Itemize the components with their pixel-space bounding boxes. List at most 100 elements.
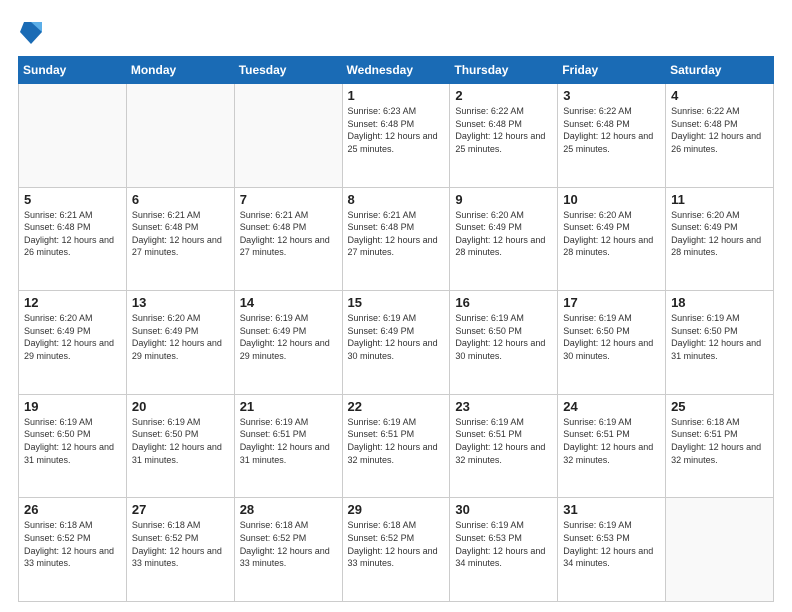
day-info: Sunrise: 6:18 AM Sunset: 6:52 PM Dayligh… — [240, 519, 337, 569]
calendar-cell: 23 Sunrise: 6:19 AM Sunset: 6:51 PM Dayli… — [450, 394, 558, 498]
calendar-week-2: 12 Sunrise: 6:20 AM Sunset: 6:49 PM Dayli… — [19, 291, 774, 395]
day-number: 16 — [455, 295, 552, 310]
calendar-week-4: 26Sunrise: 6:18 AM Sunset: 6:52 PM Dayli… — [19, 498, 774, 602]
calendar-cell: 19 Sunrise: 6:19 AM Sunset: 6:50 PM Dayli… — [19, 394, 127, 498]
calendar-cell: 17 Sunrise: 6:19 AM Sunset: 6:50 PM Dayli… — [558, 291, 666, 395]
calendar-cell: 31 Sunrise: 6:19 AM Sunset: 6:53 PM Dayli… — [558, 498, 666, 602]
col-header-monday: Monday — [126, 57, 234, 84]
col-header-tuesday: Tuesday — [234, 57, 342, 84]
day-info: Sunrise: 6:19 AM Sunset: 6:51 PM Dayligh… — [240, 416, 337, 466]
day-number: 19 — [24, 399, 121, 414]
day-info: Sunrise: 6:18 AM Sunset: 6:52 PM Dayligh… — [348, 519, 445, 569]
day-number: 2 — [455, 88, 552, 103]
calendar-week-0: 1 Sunrise: 6:23 AM Sunset: 6:48 PM Daylig… — [19, 84, 774, 188]
page: SundayMondayTuesdayWednesdayThursdayFrid… — [0, 0, 792, 612]
day-info: Sunrise: 6:18 AM Sunset: 6:52 PM Dayligh… — [132, 519, 229, 569]
calendar-cell: 8 Sunrise: 6:21 AM Sunset: 6:48 PM Daylig… — [342, 187, 450, 291]
day-number: 25 — [671, 399, 768, 414]
day-info: Sunrise: 6:19 AM Sunset: 6:49 PM Dayligh… — [240, 312, 337, 362]
day-number: 4 — [671, 88, 768, 103]
calendar-cell: 21Sunrise: 6:19 AM Sunset: 6:51 PM Dayli… — [234, 394, 342, 498]
calendar-table: SundayMondayTuesdayWednesdayThursdayFrid… — [18, 56, 774, 602]
calendar-cell: 24Sunrise: 6:19 AM Sunset: 6:51 PM Dayli… — [558, 394, 666, 498]
calendar-cell: 28 Sunrise: 6:18 AM Sunset: 6:52 PM Dayli… — [234, 498, 342, 602]
day-info: Sunrise: 6:18 AM Sunset: 6:51 PM Dayligh… — [671, 416, 768, 466]
day-number: 14 — [240, 295, 337, 310]
calendar-cell: 27 Sunrise: 6:18 AM Sunset: 6:52 PM Dayli… — [126, 498, 234, 602]
calendar-cell: 4 Sunrise: 6:22 AM Sunset: 6:48 PM Daylig… — [666, 84, 774, 188]
day-info: Sunrise: 6:21 AM Sunset: 6:48 PM Dayligh… — [240, 209, 337, 259]
day-info: Sunrise: 6:19 AM Sunset: 6:51 PM Dayligh… — [455, 416, 552, 466]
day-number: 5 — [24, 192, 121, 207]
day-number: 6 — [132, 192, 229, 207]
day-info: Sunrise: 6:19 AM Sunset: 6:49 PM Dayligh… — [348, 312, 445, 362]
calendar-cell: 20 Sunrise: 6:19 AM Sunset: 6:50 PM Dayli… — [126, 394, 234, 498]
day-info: Sunrise: 6:23 AM Sunset: 6:48 PM Dayligh… — [348, 105, 445, 155]
day-number: 23 — [455, 399, 552, 414]
day-number: 27 — [132, 502, 229, 517]
day-number: 11 — [671, 192, 768, 207]
day-info: Sunrise: 6:20 AM Sunset: 6:49 PM Dayligh… — [132, 312, 229, 362]
day-info: Sunrise: 6:21 AM Sunset: 6:48 PM Dayligh… — [348, 209, 445, 259]
day-info: Sunrise: 6:21 AM Sunset: 6:48 PM Dayligh… — [132, 209, 229, 259]
calendar-cell: 11 Sunrise: 6:20 AM Sunset: 6:49 PM Dayli… — [666, 187, 774, 291]
calendar-cell: 3Sunrise: 6:22 AM Sunset: 6:48 PM Daylig… — [558, 84, 666, 188]
calendar-cell — [234, 84, 342, 188]
day-info: Sunrise: 6:19 AM Sunset: 6:50 PM Dayligh… — [24, 416, 121, 466]
day-number: 17 — [563, 295, 660, 310]
col-header-thursday: Thursday — [450, 57, 558, 84]
calendar-cell: 30Sunrise: 6:19 AM Sunset: 6:53 PM Dayli… — [450, 498, 558, 602]
day-number: 1 — [348, 88, 445, 103]
calendar-cell — [19, 84, 127, 188]
calendar-cell — [126, 84, 234, 188]
day-info: Sunrise: 6:19 AM Sunset: 6:51 PM Dayligh… — [348, 416, 445, 466]
col-header-sunday: Sunday — [19, 57, 127, 84]
calendar-cell: 7 Sunrise: 6:21 AM Sunset: 6:48 PM Daylig… — [234, 187, 342, 291]
day-number: 15 — [348, 295, 445, 310]
calendar-cell: 12 Sunrise: 6:20 AM Sunset: 6:49 PM Dayli… — [19, 291, 127, 395]
calendar-cell: 9 Sunrise: 6:20 AM Sunset: 6:49 PM Daylig… — [450, 187, 558, 291]
logo — [18, 18, 42, 46]
calendar-cell: 22Sunrise: 6:19 AM Sunset: 6:51 PM Dayli… — [342, 394, 450, 498]
day-info: Sunrise: 6:22 AM Sunset: 6:48 PM Dayligh… — [563, 105, 660, 155]
day-number: 18 — [671, 295, 768, 310]
day-number: 31 — [563, 502, 660, 517]
logo-icon — [20, 18, 42, 46]
day-info: Sunrise: 6:19 AM Sunset: 6:50 PM Dayligh… — [455, 312, 552, 362]
day-info: Sunrise: 6:19 AM Sunset: 6:53 PM Dayligh… — [455, 519, 552, 569]
day-info: Sunrise: 6:20 AM Sunset: 6:49 PM Dayligh… — [671, 209, 768, 259]
day-info: Sunrise: 6:21 AM Sunset: 6:48 PM Dayligh… — [24, 209, 121, 259]
day-number: 7 — [240, 192, 337, 207]
day-info: Sunrise: 6:19 AM Sunset: 6:50 PM Dayligh… — [563, 312, 660, 362]
day-info: Sunrise: 6:19 AM Sunset: 6:50 PM Dayligh… — [132, 416, 229, 466]
calendar-cell — [666, 498, 774, 602]
calendar-cell: 1 Sunrise: 6:23 AM Sunset: 6:48 PM Daylig… — [342, 84, 450, 188]
calendar-cell: 2 Sunrise: 6:22 AM Sunset: 6:48 PM Daylig… — [450, 84, 558, 188]
day-number: 24 — [563, 399, 660, 414]
day-info: Sunrise: 6:19 AM Sunset: 6:50 PM Dayligh… — [671, 312, 768, 362]
col-header-wednesday: Wednesday — [342, 57, 450, 84]
day-number: 10 — [563, 192, 660, 207]
calendar-week-3: 19 Sunrise: 6:19 AM Sunset: 6:50 PM Dayli… — [19, 394, 774, 498]
day-number: 20 — [132, 399, 229, 414]
day-number: 28 — [240, 502, 337, 517]
day-info: Sunrise: 6:20 AM Sunset: 6:49 PM Dayligh… — [24, 312, 121, 362]
day-number: 9 — [455, 192, 552, 207]
day-number: 8 — [348, 192, 445, 207]
calendar-cell: 14 Sunrise: 6:19 AM Sunset: 6:49 PM Dayli… — [234, 291, 342, 395]
day-info: Sunrise: 6:20 AM Sunset: 6:49 PM Dayligh… — [455, 209, 552, 259]
day-info: Sunrise: 6:22 AM Sunset: 6:48 PM Dayligh… — [455, 105, 552, 155]
calendar-cell: 29 Sunrise: 6:18 AM Sunset: 6:52 PM Dayli… — [342, 498, 450, 602]
calendar-cell: 25 Sunrise: 6:18 AM Sunset: 6:51 PM Dayli… — [666, 394, 774, 498]
calendar-cell: 6 Sunrise: 6:21 AM Sunset: 6:48 PM Daylig… — [126, 187, 234, 291]
calendar-cell: 26Sunrise: 6:18 AM Sunset: 6:52 PM Dayli… — [19, 498, 127, 602]
day-number: 12 — [24, 295, 121, 310]
day-info: Sunrise: 6:19 AM Sunset: 6:53 PM Dayligh… — [563, 519, 660, 569]
day-number: 13 — [132, 295, 229, 310]
calendar-week-1: 5 Sunrise: 6:21 AM Sunset: 6:48 PM Daylig… — [19, 187, 774, 291]
calendar-cell: 16 Sunrise: 6:19 AM Sunset: 6:50 PM Dayli… — [450, 291, 558, 395]
col-header-friday: Friday — [558, 57, 666, 84]
calendar-cell: 13 Sunrise: 6:20 AM Sunset: 6:49 PM Dayli… — [126, 291, 234, 395]
day-number: 29 — [348, 502, 445, 517]
day-info: Sunrise: 6:22 AM Sunset: 6:48 PM Dayligh… — [671, 105, 768, 155]
